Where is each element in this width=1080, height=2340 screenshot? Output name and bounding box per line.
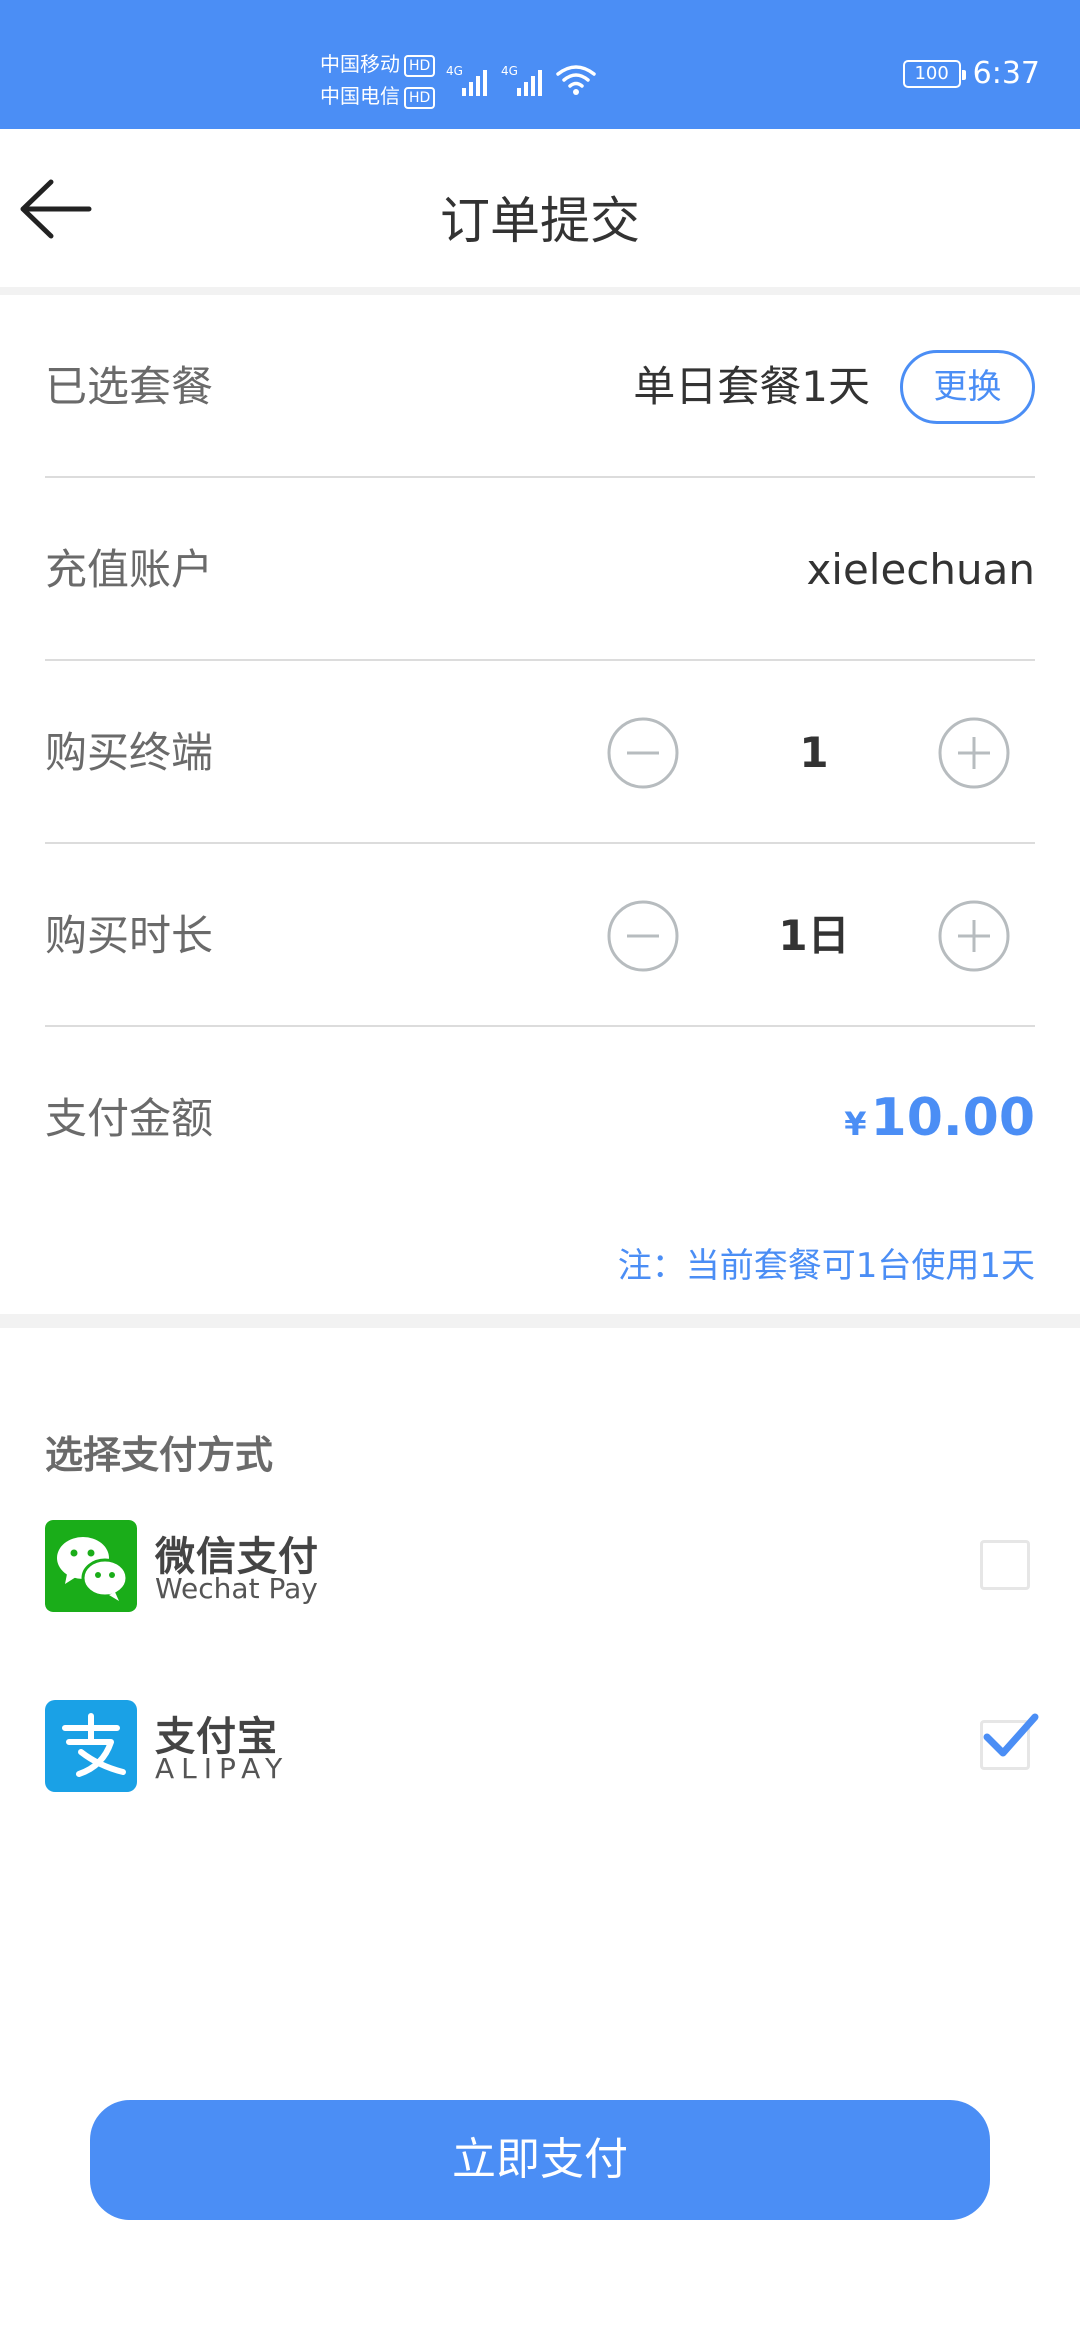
network-type: 4G (501, 64, 518, 78)
carrier-info: 中国移动 HD 中国电信 HD (320, 48, 436, 112)
duration-row: 购买时长 1日 (45, 844, 1035, 1027)
hd-badge: HD (404, 86, 436, 109)
divider (0, 287, 1080, 295)
signal-icon: 4G (501, 64, 542, 96)
wechat-pay-checkbox[interactable] (980, 1540, 1030, 1590)
currency-symbol: ¥ (844, 1105, 867, 1143)
page-title: 订单提交 (440, 192, 640, 250)
change-package-button[interactable]: 更换 (900, 350, 1035, 424)
network-type: 4G (446, 64, 463, 78)
account-label: 充值账户 (45, 545, 214, 594)
account-value: xielechuan (806, 545, 1035, 594)
carrier-2: 中国电信 (320, 84, 400, 108)
payment-heading: 选择支付方式 (45, 1433, 274, 1477)
amount-number: 10.00 (870, 1088, 1035, 1148)
wifi-icon (556, 65, 596, 95)
duration-plus-button[interactable] (938, 900, 1010, 972)
battery-time: 100 6:37 (902, 56, 1040, 91)
clock: 6:37 (972, 56, 1040, 91)
signal-icons: 4G 4G (446, 56, 596, 96)
duration-minus-button[interactable] (607, 900, 679, 972)
package-note: 注：当前套餐可1台使用1天 (617, 1246, 1035, 1286)
alipay-option[interactable]: 支付宝 ALIPAY (45, 1700, 1039, 1800)
pay-now-button[interactable]: 立即支付 (90, 2100, 990, 2220)
terminals-plus-button[interactable] (938, 717, 1010, 789)
terminals-value: 1 (799, 728, 829, 777)
amount-value: ¥10.00 (844, 1027, 1035, 1216)
signal-icon: 4G (446, 64, 487, 96)
alipay-checkbox[interactable] (980, 1713, 1039, 1770)
alipay-sub: ALIPAY (155, 1752, 290, 1785)
checkmark-icon (983, 1713, 1039, 1757)
duration-value: 1日 (778, 911, 850, 960)
package-value: 单日套餐1天 (633, 362, 870, 411)
duration-label: 购买时长 (45, 911, 214, 960)
carrier-1: 中国移动 (320, 52, 400, 76)
battery-icon: 100 (902, 59, 966, 88)
hd-badge: HD (404, 54, 436, 77)
alipay-icon (45, 1700, 137, 1792)
amount-label: 支付金额 (45, 1094, 214, 1143)
account-row: 充值账户 xielechuan (45, 478, 1035, 661)
wechat-pay-option[interactable]: 微信支付 Wechat Pay (45, 1520, 1035, 1620)
wechat-pay-sub: Wechat Pay (155, 1572, 318, 1605)
section-divider (0, 1314, 1080, 1328)
package-row: 已选套餐 单日套餐1天 更换 (45, 295, 1035, 478)
terminals-minus-button[interactable] (607, 717, 679, 789)
amount-row: 支付金额 ¥10.00 (45, 1027, 1035, 1210)
wechat-pay-icon (45, 1520, 137, 1612)
title-bar: 订单提交 (0, 129, 1080, 287)
status-bar: 中国移动 HD 中国电信 HD 4G 4G 100 6:37 (0, 0, 1080, 129)
terminals-label: 购买终端 (45, 728, 214, 777)
package-label: 已选套餐 (45, 362, 214, 411)
terminals-row: 购买终端 1 (45, 661, 1035, 844)
